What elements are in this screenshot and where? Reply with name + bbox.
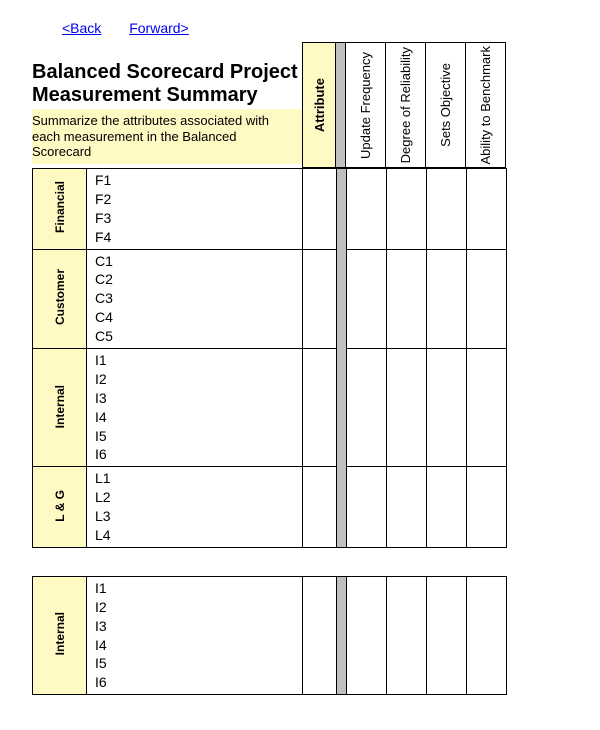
- sets-obj-cell: [427, 576, 467, 694]
- measurement-item: F4: [95, 228, 302, 247]
- update-freq-cell: [347, 349, 387, 467]
- measurement-item: F3: [95, 209, 302, 228]
- benchmark-cell: [467, 349, 507, 467]
- items-cell: L1L2L3L4: [87, 467, 303, 548]
- category-cell: Financial: [33, 169, 87, 250]
- measurement-item: F2: [95, 190, 302, 209]
- title-block: Balanced Scorecard Project Measurement S…: [0, 57, 302, 168]
- category-cell: Internal: [33, 576, 87, 694]
- attribute-cell: [303, 349, 337, 467]
- page-title: Balanced Scorecard Project Measurement S…: [32, 61, 302, 107]
- measurement-item: I1: [95, 351, 302, 370]
- attribute-cell: [303, 576, 337, 694]
- col-ability-benchmark: Ability to Benchmark: [466, 42, 506, 168]
- category-label: Internal: [53, 385, 67, 428]
- gap-cell: [337, 169, 347, 250]
- forward-link[interactable]: Forward>: [129, 20, 189, 36]
- col-attribute: Attribute: [302, 42, 336, 168]
- measurement-item: L3: [95, 507, 302, 526]
- attribute-cell: [303, 249, 337, 348]
- category-cell: L & G: [33, 467, 87, 548]
- reliability-cell: [387, 349, 427, 467]
- measurement-item: C1: [95, 252, 302, 271]
- sets-obj-cell: [427, 169, 467, 250]
- items-cell: I1I2I3I4I5I6: [87, 576, 303, 694]
- update-freq-cell: [347, 169, 387, 250]
- measurement-item: C3: [95, 289, 302, 308]
- scorecard-table-2: Internal I1I2I3I4I5I6: [32, 576, 507, 695]
- sets-obj-cell: [427, 249, 467, 348]
- gap-cell: [337, 249, 347, 348]
- category-label: Internal: [53, 612, 67, 655]
- measurement-item: I3: [95, 389, 302, 408]
- measurement-item: L2: [95, 488, 302, 507]
- benchmark-cell: [467, 467, 507, 548]
- update-freq-cell: [347, 467, 387, 548]
- items-cell: I1I2I3I4I5I6: [87, 349, 303, 467]
- measurement-item: I5: [95, 654, 302, 673]
- reliability-cell: [387, 249, 427, 348]
- measurement-item: I6: [95, 445, 302, 464]
- category-label: L & G: [53, 490, 67, 522]
- group-row: Customer C1C2C3C4C5: [33, 249, 507, 348]
- category-cell: Internal: [33, 349, 87, 467]
- measurement-item: C4: [95, 308, 302, 327]
- group-row: L & G L1L2L3L4: [33, 467, 507, 548]
- measurement-item: I2: [95, 598, 302, 617]
- col-update-frequency: Update Frequency: [346, 42, 386, 168]
- reliability-cell: [387, 169, 427, 250]
- col-degree-reliability: Degree of Reliability: [386, 42, 426, 168]
- measurement-item: I2: [95, 370, 302, 389]
- measurement-item: I6: [95, 673, 302, 692]
- items-cell: F1F2F3F4: [87, 169, 303, 250]
- measurement-item: I1: [95, 579, 302, 598]
- attribute-cell: [303, 169, 337, 250]
- group-row: Financial F1F2F3F4: [33, 169, 507, 250]
- benchmark-cell: [467, 169, 507, 250]
- col-gap: [336, 42, 346, 168]
- measurement-item: L4: [95, 526, 302, 545]
- reliability-cell: [387, 576, 427, 694]
- measurement-item: L1: [95, 469, 302, 488]
- gap-cell: [337, 576, 347, 694]
- col-sets-objective: Sets Objective: [426, 42, 466, 168]
- category-cell: Customer: [33, 249, 87, 348]
- measurement-item: I3: [95, 617, 302, 636]
- sets-obj-cell: [427, 349, 467, 467]
- update-freq-cell: [347, 576, 387, 694]
- nav-links: <Back Forward>: [0, 10, 600, 42]
- gap-cell: [337, 467, 347, 548]
- category-label: Financial: [53, 181, 67, 233]
- category-label: Customer: [53, 269, 67, 325]
- gap-cell: [337, 349, 347, 467]
- scorecard-table-1: FinancialF1F2F3F4CustomerC1C2C3C4C5Inter…: [32, 168, 507, 548]
- group-row: Internal I1I2I3I4I5I6: [33, 576, 507, 694]
- measurement-item: I5: [95, 427, 302, 446]
- measurement-item: C5: [95, 327, 302, 346]
- measurement-item: I4: [95, 636, 302, 655]
- measurement-item: C2: [95, 270, 302, 289]
- update-freq-cell: [347, 249, 387, 348]
- measurement-item: F1: [95, 171, 302, 190]
- back-link[interactable]: <Back: [62, 20, 101, 36]
- page: <Back Forward> Balanced Scorecard Projec…: [0, 0, 600, 695]
- items-cell: C1C2C3C4C5: [87, 249, 303, 348]
- attribute-cell: [303, 467, 337, 548]
- header-row: Balanced Scorecard Project Measurement S…: [0, 42, 600, 168]
- group-row: Internal I1I2I3I4I5I6: [33, 349, 507, 467]
- page-subtitle: Summarize the attributes associated with…: [32, 109, 302, 164]
- benchmark-cell: [467, 249, 507, 348]
- benchmark-cell: [467, 576, 507, 694]
- reliability-cell: [387, 467, 427, 548]
- sets-obj-cell: [427, 467, 467, 548]
- measurement-item: I4: [95, 408, 302, 427]
